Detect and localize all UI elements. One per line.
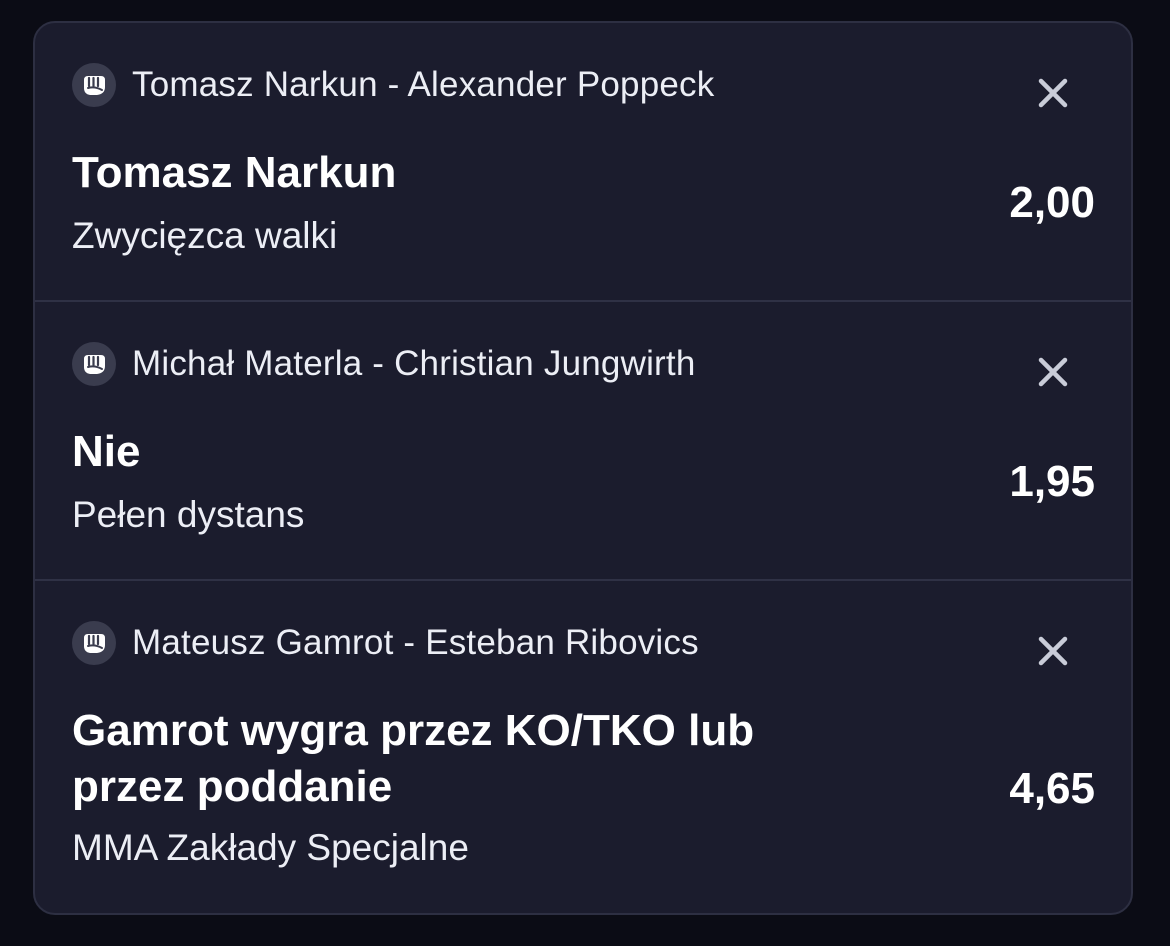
- remove-bet-button[interactable]: [1035, 75, 1071, 111]
- mma-fist-icon: [72, 621, 116, 665]
- event-name: Mateusz Gamrot - Esteban Ribovics: [132, 623, 699, 662]
- bet-item: Michał Materla - Christian Jungwirth Nie…: [35, 302, 1131, 581]
- event-row: Mateusz Gamrot - Esteban Ribovics: [72, 621, 699, 665]
- remove-bet-button[interactable]: [1035, 633, 1071, 669]
- event-name: Tomasz Narkun - Alexander Poppeck: [132, 65, 715, 104]
- event-name: Michał Materla - Christian Jungwirth: [132, 344, 696, 383]
- bet-odds: 1,95: [1009, 457, 1095, 506]
- mma-fist-icon: [72, 342, 116, 386]
- bet-selection: Nie: [72, 427, 141, 476]
- bet-odds: 2,00: [1009, 178, 1095, 227]
- bet-item: Tomasz Narkun - Alexander Poppeck Tomasz…: [35, 23, 1131, 302]
- bet-market: Pełen dystans: [72, 494, 305, 535]
- bet-slip: Tomasz Narkun - Alexander Poppeck Tomasz…: [33, 21, 1133, 915]
- event-row: Michał Materla - Christian Jungwirth: [72, 342, 696, 386]
- bet-item: Mateusz Gamrot - Esteban Ribovics Gamrot…: [35, 581, 1131, 913]
- close-icon[interactable]: [1037, 77, 1069, 109]
- event-row: Tomasz Narkun - Alexander Poppeck: [72, 63, 714, 107]
- mma-fist-icon: [72, 63, 116, 107]
- bet-odds: 4,65: [1009, 764, 1095, 813]
- bet-selection: Tomasz Narkun: [72, 148, 397, 197]
- close-icon[interactable]: [1037, 356, 1069, 388]
- bet-market: MMA Zakłady Specjalne: [72, 827, 469, 868]
- bet-selection: Gamrot wygra przez KO/TKO lub przez podd…: [72, 706, 755, 811]
- remove-bet-button[interactable]: [1035, 354, 1071, 390]
- close-icon[interactable]: [1037, 635, 1069, 667]
- bet-market: Zwycięzca walki: [72, 215, 338, 256]
